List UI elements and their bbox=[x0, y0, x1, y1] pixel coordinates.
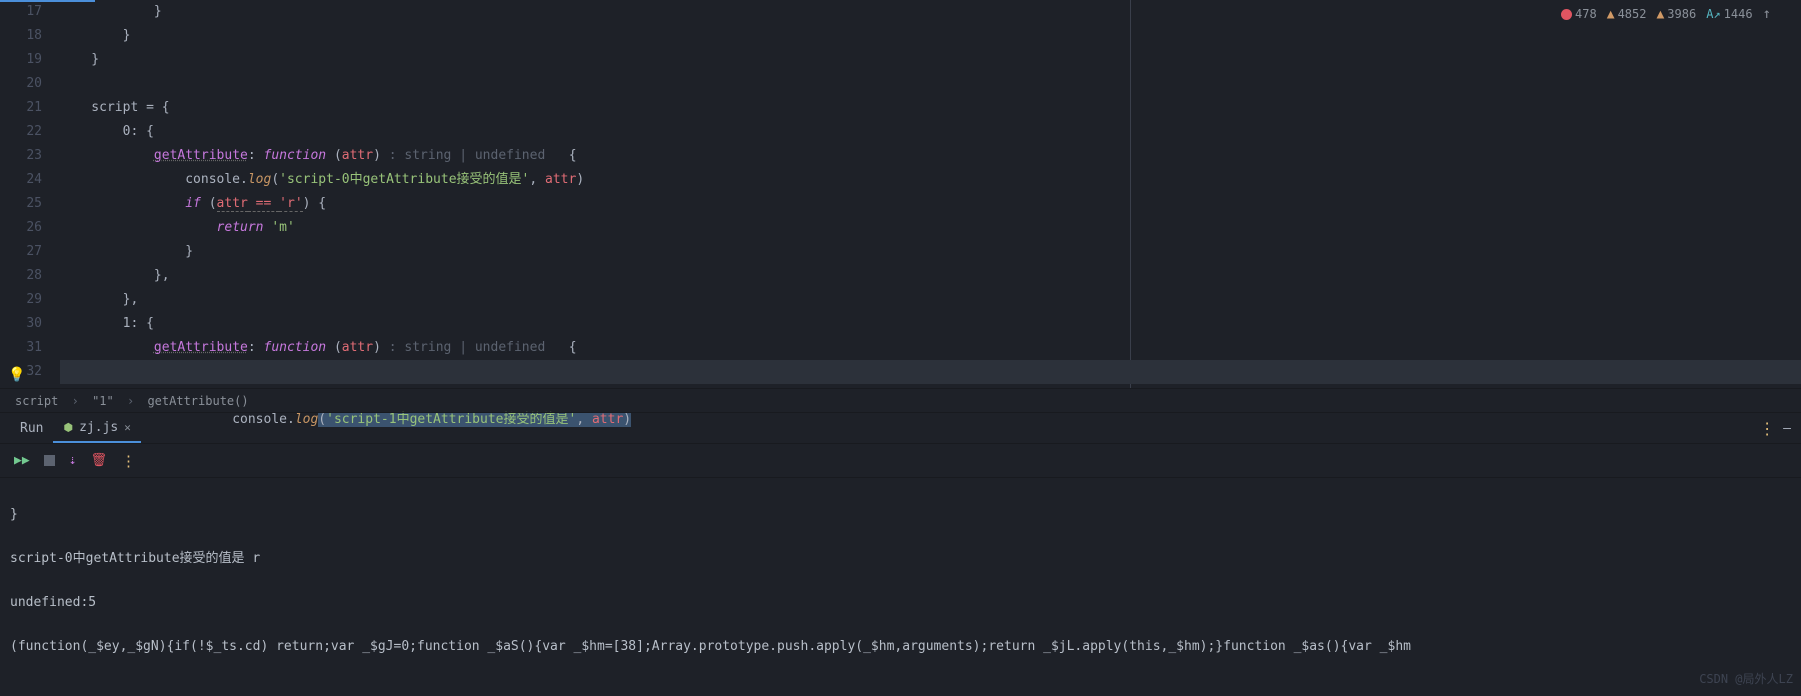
code-line: } bbox=[60, 48, 1801, 72]
line-number[interactable]: 20 bbox=[0, 72, 42, 96]
code-line: getAttribute: function (attr) : string |… bbox=[60, 144, 1801, 168]
code-line: script = { bbox=[60, 96, 1801, 120]
line-number[interactable]: 24 bbox=[0, 168, 42, 192]
tab-label: zj.js bbox=[79, 420, 118, 435]
line-number[interactable]: 22 bbox=[0, 120, 42, 144]
code-line: return 'm' bbox=[60, 216, 1801, 240]
code-editor[interactable]: } } } script = { 0: { getAttribute: func… bbox=[60, 0, 1801, 388]
breadcrumb-item[interactable]: script bbox=[15, 394, 58, 408]
editor-area: 478 ▲4852 ▲3986 A↗1446 ↑ 17 18 19 20 21 … bbox=[0, 0, 1801, 388]
tab-run[interactable]: Run bbox=[10, 413, 53, 443]
tab-zj-js[interactable]: ⬢ zj.js ✕ bbox=[53, 413, 140, 443]
line-number[interactable]: 18 bbox=[0, 24, 42, 48]
code-line: 0: { bbox=[60, 120, 1801, 144]
console-line: undefined:5 bbox=[10, 592, 1791, 614]
line-number[interactable]: 28 bbox=[0, 264, 42, 288]
breadcrumb-sep: › bbox=[127, 394, 134, 408]
code-line: 1: { bbox=[60, 312, 1801, 336]
line-number[interactable]: 17 bbox=[0, 0, 42, 24]
hide-panel-icon[interactable]: — bbox=[1783, 421, 1791, 436]
close-icon[interactable]: ✕ bbox=[124, 421, 131, 434]
watermark: CSDN @局外人LZ bbox=[1699, 668, 1793, 690]
run-toolbar: ▶▶ ⇣ 🗑 ⋮ bbox=[0, 444, 1801, 478]
code-line bbox=[60, 72, 1801, 96]
line-number[interactable]: 26 bbox=[0, 216, 42, 240]
code-line: } bbox=[60, 24, 1801, 48]
tool-window-tabs: Run ⬢ zj.js ✕ ⋮ — bbox=[0, 412, 1801, 444]
code-line: 💡 console.log('script-1中getAttribute接受的值… bbox=[60, 360, 1801, 384]
panel-options-icon[interactable]: ⋮ bbox=[1759, 419, 1773, 438]
intention-bulb-icon[interactable]: 💡 bbox=[8, 363, 25, 387]
layout-options-icon[interactable]: ⋮ bbox=[121, 452, 136, 470]
stop-button[interactable] bbox=[44, 455, 55, 466]
line-number[interactable]: 29 bbox=[0, 288, 42, 312]
line-number[interactable]: 25 bbox=[0, 192, 42, 216]
breadcrumb-item[interactable]: getAttribute() bbox=[147, 394, 248, 408]
line-number[interactable]: 27 bbox=[0, 240, 42, 264]
code-line: }, bbox=[60, 264, 1801, 288]
line-number[interactable]: 30 bbox=[0, 312, 42, 336]
line-number[interactable]: 23 bbox=[0, 144, 42, 168]
line-gutter: 17 18 19 20 21 22 23 24 25 26 27 28 29 3… bbox=[0, 0, 60, 388]
tab-label: Run bbox=[20, 421, 43, 436]
code-line: } bbox=[60, 0, 1801, 24]
console-line: } bbox=[10, 504, 1791, 526]
console-line: (function(_$ey,_$gN){if(!$_ts.cd) return… bbox=[10, 636, 1791, 658]
code-line: console.log('script-0中getAttribute接受的值是'… bbox=[60, 168, 1801, 192]
rerun-button[interactable]: ▶▶ bbox=[14, 453, 30, 468]
code-line: }, bbox=[60, 288, 1801, 312]
nodejs-icon: ⬢ bbox=[63, 421, 73, 434]
line-number[interactable]: 19 bbox=[0, 48, 42, 72]
line-number[interactable]: 31 bbox=[0, 336, 42, 360]
code-line: if (attr == 'r') { bbox=[60, 192, 1801, 216]
code-line: } bbox=[60, 240, 1801, 264]
clear-output-button[interactable]: 🗑 bbox=[90, 453, 107, 468]
line-number[interactable]: 21 bbox=[0, 96, 42, 120]
console-line: script-0中getAttribute接受的值是 r bbox=[10, 548, 1791, 570]
code-line: getAttribute: function (attr) : string |… bbox=[60, 336, 1801, 360]
console-output[interactable]: } script-0中getAttribute接受的值是 r undefined… bbox=[0, 478, 1801, 696]
